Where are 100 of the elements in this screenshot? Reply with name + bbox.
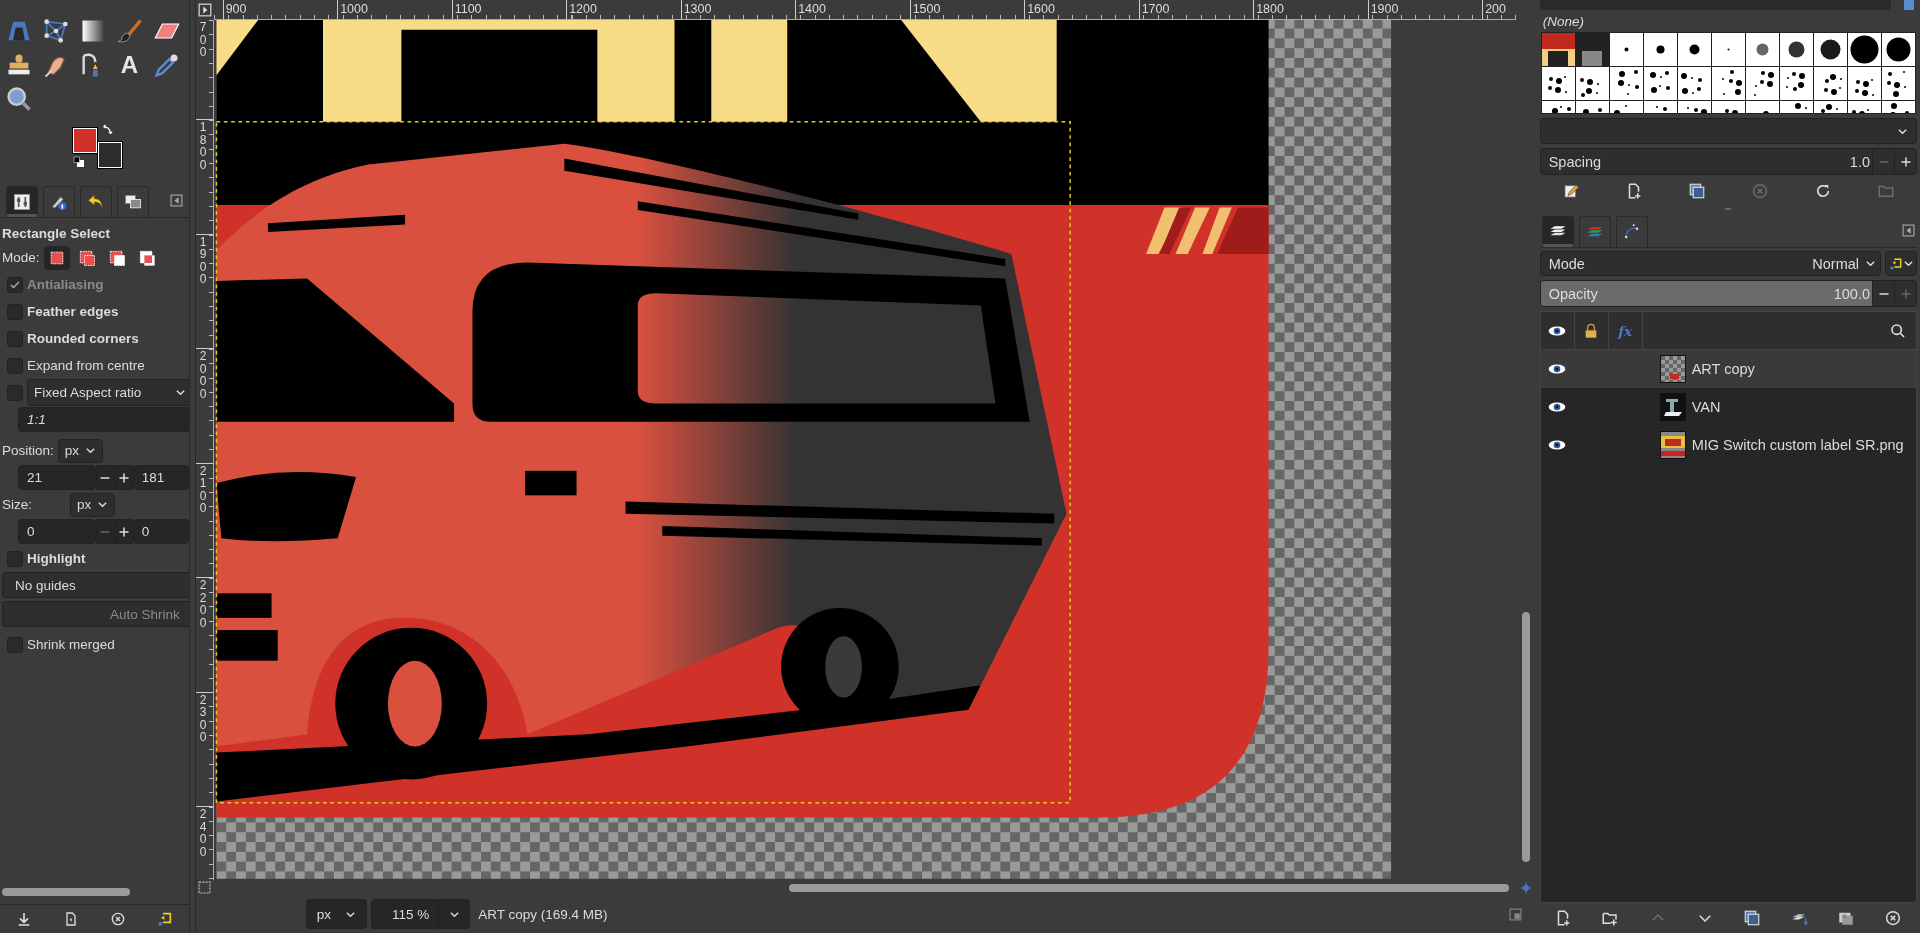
- tab-menu-icon[interactable]: [169, 194, 183, 207]
- brush-thumbnail[interactable]: [1779, 33, 1813, 66]
- brush-thumbnail[interactable]: [1541, 33, 1575, 66]
- chevron-down-icon: [97, 499, 109, 510]
- dock-tab[interactable]: [1541, 216, 1574, 247]
- reset-icon[interactable]: [157, 911, 174, 927]
- delete-icon[interactable]: [109, 911, 126, 927]
- checkbox[interactable]: [7, 384, 23, 401]
- brush-thumbnail[interactable]: [1813, 101, 1847, 113]
- brush-thumbnail[interactable]: [1813, 33, 1847, 66]
- brush-thumbnail[interactable]: [1813, 67, 1847, 100]
- brush-thumbnail[interactable]: [1745, 101, 1779, 113]
- opacity-slider[interactable]: Opacity 100.0: [1540, 281, 1872, 306]
- dock-tab[interactable]: [43, 186, 75, 217]
- checkbox[interactable]: [7, 303, 23, 320]
- brush-thumbnail[interactable]: [1575, 101, 1609, 113]
- chevron-down-icon: [1865, 258, 1876, 269]
- mode-button[interactable]: [43, 245, 70, 270]
- layer-row[interactable]: ART copy: [1540, 350, 1916, 388]
- brush-thumbnail[interactable]: [1779, 101, 1813, 113]
- layer-name: VAN: [1691, 399, 1721, 415]
- brush-thumbnail[interactable]: [1745, 33, 1779, 66]
- text-tool-icon[interactable]: A: [120, 52, 139, 78]
- tab-menu-icon[interactable]: [1902, 224, 1915, 237]
- brush-thumbnail[interactable]: [1609, 101, 1643, 113]
- search-icon[interactable]: [1890, 322, 1906, 339]
- brush-thumbnail[interactable]: [1847, 67, 1881, 100]
- brush-thumbnail[interactable]: [1677, 33, 1711, 66]
- composite-mode-button[interactable]: [1885, 251, 1917, 276]
- unit-dropdown[interactable]: px: [70, 492, 116, 517]
- grid-view-icon[interactable]: [1901, 0, 1917, 10]
- brush-thumbnail[interactable]: [1881, 67, 1915, 100]
- brush-thumbnail[interactable]: [1609, 67, 1643, 100]
- size-label: Size:: [2, 497, 33, 512]
- brush-thumbnail[interactable]: [1711, 101, 1745, 113]
- swap-arrows-icon[interactable]: [101, 124, 113, 136]
- size-field[interactable]: 0: [132, 519, 189, 544]
- plus-icon[interactable]: [117, 525, 130, 538]
- checkbox[interactable]: [7, 636, 23, 653]
- brush-thumbnail[interactable]: [1643, 101, 1677, 113]
- brush-thumbnail[interactable]: [1609, 33, 1643, 66]
- scrollbar-thumb[interactable]: [788, 883, 1509, 892]
- brush-thumbnail[interactable]: [1711, 67, 1745, 100]
- foreground-color-swatch[interactable]: [73, 128, 97, 153]
- brush-thumbnail[interactable]: [1847, 33, 1881, 66]
- brush-thumbnail[interactable]: [1711, 33, 1745, 66]
- layer-mode-dropdown[interactable]: Mode Normal: [1539, 251, 1881, 276]
- ruler-menu-icon[interactable]: [197, 3, 212, 17]
- checkbox[interactable]: [7, 330, 23, 347]
- navigate-icon[interactable]: [198, 881, 212, 894]
- brush-thumbnail[interactable]: [1745, 67, 1779, 100]
- brush-thumbnail[interactable]: [1575, 33, 1609, 66]
- dock-tab[interactable]: [80, 186, 112, 217]
- brush-thumbnail[interactable]: [1541, 101, 1575, 113]
- dock-tab[interactable]: [117, 186, 149, 217]
- duplicate-icon[interactable]: [1687, 182, 1706, 200]
- paintbrush-icon[interactable]: [115, 17, 144, 45]
- crosshair-icon[interactable]: [1519, 881, 1532, 894]
- decrement-button[interactable]: [96, 465, 115, 490]
- position-field[interactable]: 181: [132, 465, 189, 490]
- pencil-paper-icon[interactable]: [1562, 182, 1581, 200]
- brush-thumbnail[interactable]: [1779, 67, 1813, 100]
- aspect-ratio-field[interactable]: 1:1: [18, 407, 189, 432]
- brush-thumbnail[interactable]: [1847, 101, 1881, 113]
- size-field[interactable]: 0: [18, 519, 97, 544]
- brush-thumbnail[interactable]: [1643, 33, 1677, 66]
- ruler-label: 1500: [909, 0, 1025, 19]
- scrollbar-thumb[interactable]: [1521, 612, 1530, 862]
- ruler-label: 2100: [199, 464, 208, 515]
- window-icon[interactable]: [1508, 907, 1522, 921]
- node-network-icon[interactable]: [41, 17, 70, 45]
- checkbox[interactable]: [7, 550, 23, 567]
- duplicate-icon[interactable]: [1742, 909, 1761, 927]
- brush-thumbnail[interactable]: [1541, 67, 1575, 100]
- layer-row[interactable]: VAN: [1540, 388, 1916, 426]
- unit-dropdown[interactable]: px: [57, 438, 104, 463]
- brush-thumbnail[interactable]: [1677, 67, 1711, 100]
- zoom-icon[interactable]: [4, 85, 33, 113]
- position-field[interactable]: 21: [18, 465, 97, 490]
- brush-thumbnail[interactable]: [1881, 33, 1915, 66]
- unit-dropdown[interactable]: px: [305, 899, 367, 929]
- default-colors-icon[interactable]: [73, 156, 85, 168]
- guides-dropdown[interactable]: No guides: [2, 572, 189, 598]
- layer-row[interactable]: MIG Switch custom label SR.png: [1540, 426, 1916, 464]
- zoom-dropdown-button[interactable]: [438, 899, 471, 929]
- brush-thumbnail[interactable]: [1881, 101, 1915, 113]
- plus-icon[interactable]: [117, 471, 130, 484]
- brush-thumbnail[interactable]: [1643, 67, 1677, 100]
- fixed-aspect-dropdown[interactable]: Fixed Aspect ratio: [27, 379, 189, 406]
- zoom-field[interactable]: 115 %: [370, 899, 439, 929]
- background-color-swatch[interactable]: [98, 142, 122, 168]
- ruler-label: 900: [222, 0, 338, 19]
- brush-thumbnail[interactable]: [1575, 67, 1609, 100]
- checkbox[interactable]: [7, 357, 23, 374]
- ruler-label: 1800: [1253, 0, 1368, 19]
- delete-icon[interactable]: [1884, 909, 1903, 927]
- selection-marquee[interactable]: [215, 120, 1071, 804]
- dock-tab[interactable]: [6, 186, 38, 217]
- brush-thumbnail[interactable]: [1677, 101, 1711, 113]
- scrollbar-thumb[interactable]: [2, 888, 130, 896]
